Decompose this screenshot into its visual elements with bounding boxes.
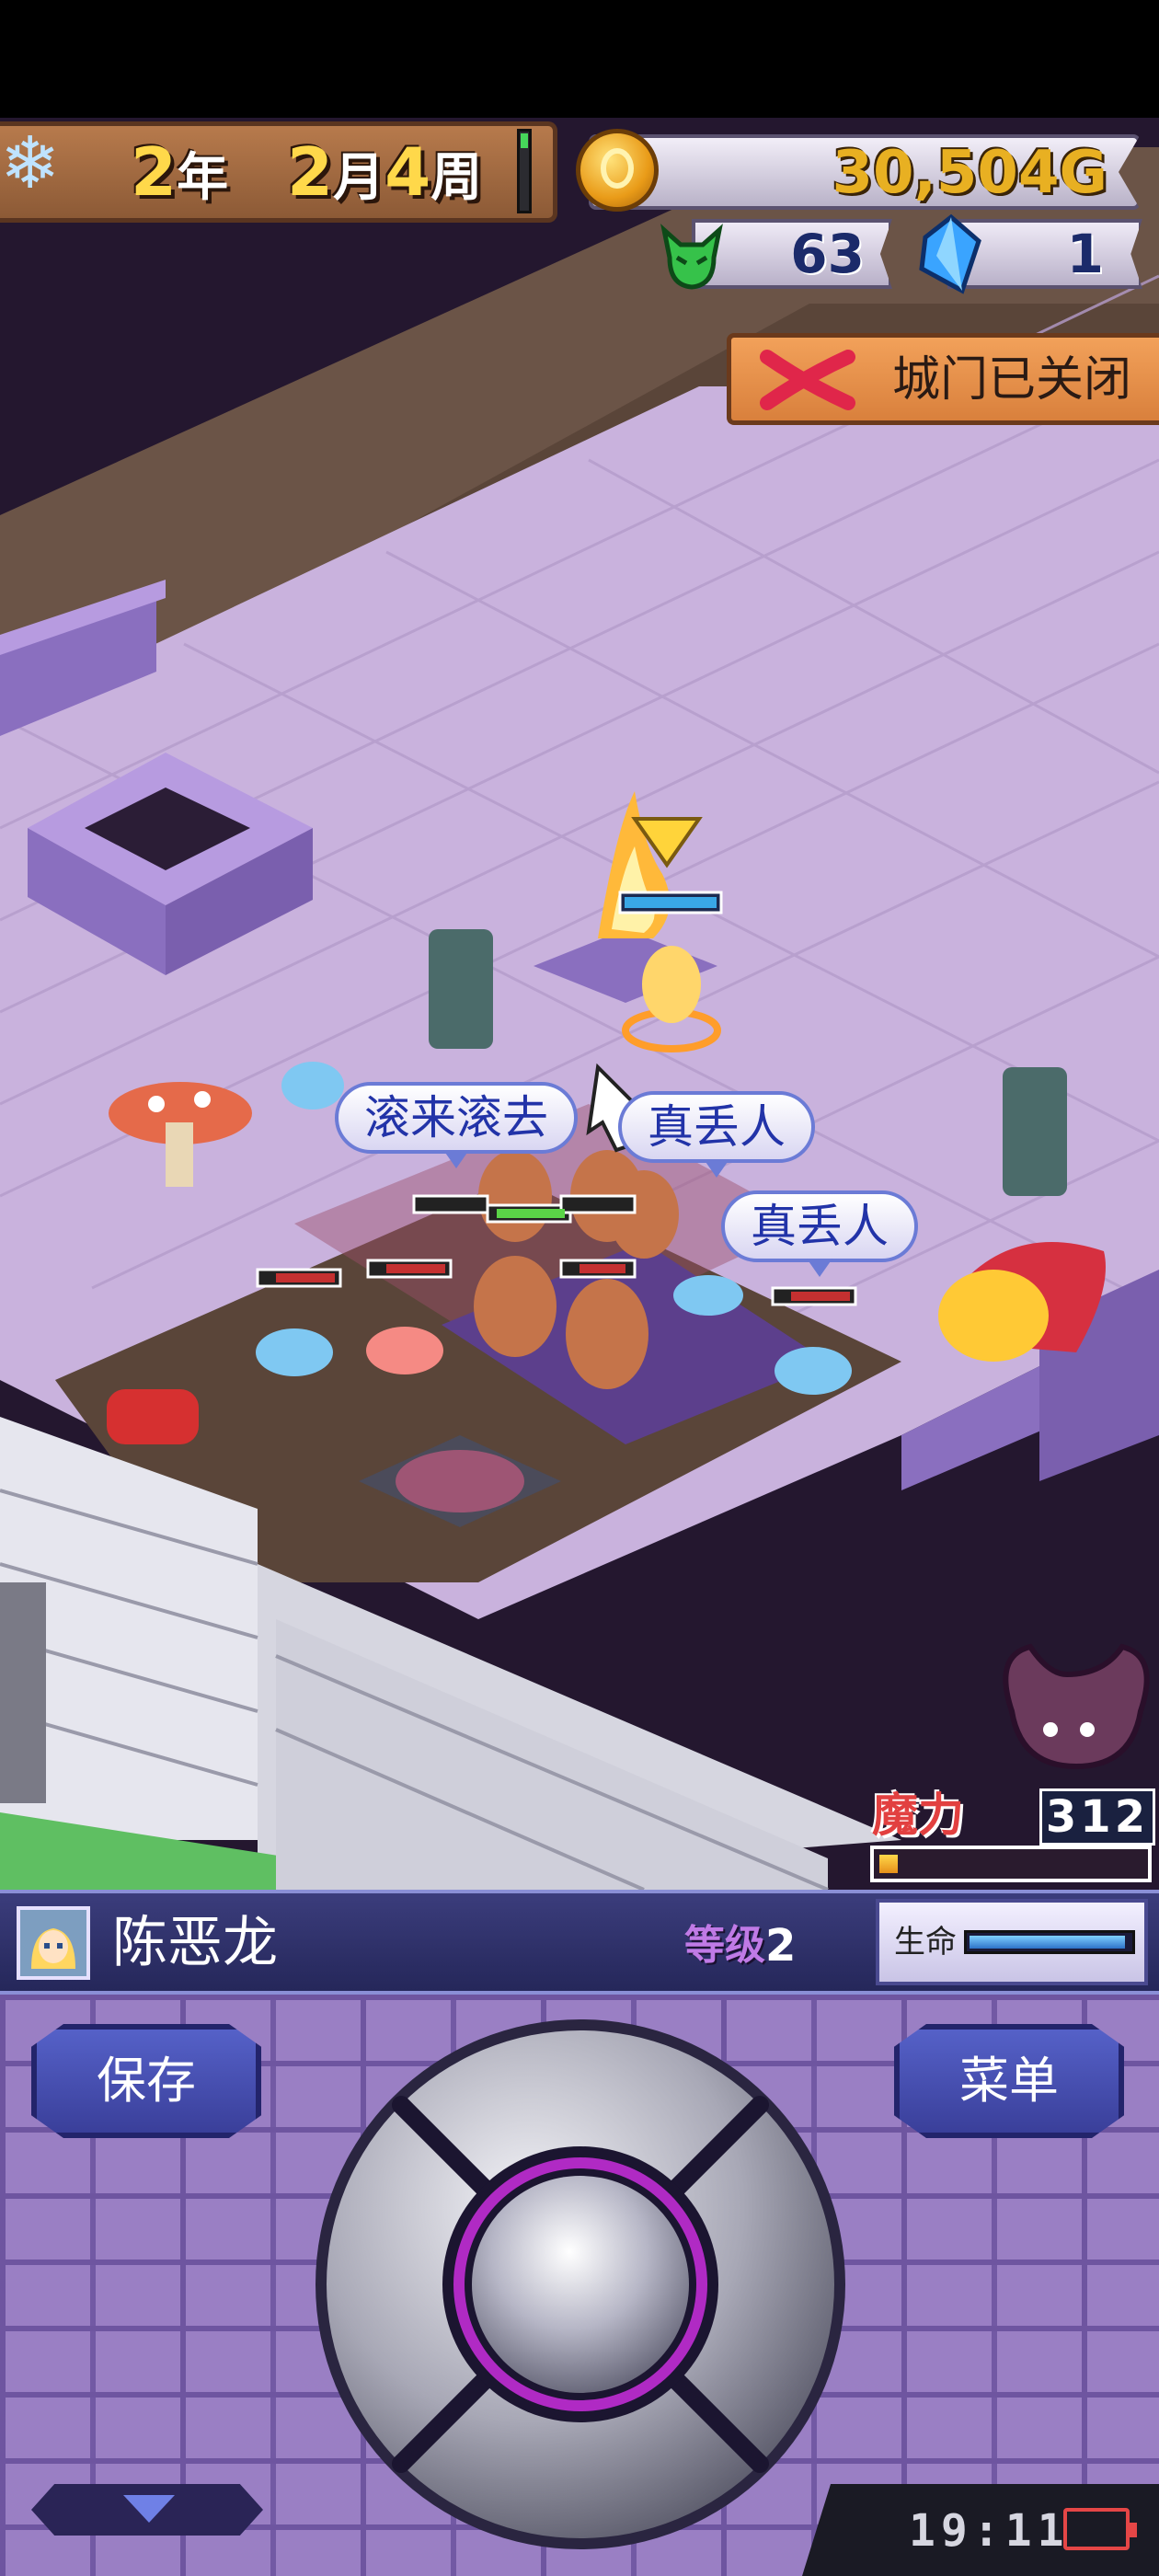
hero-avatar-icon [20, 1910, 86, 1976]
character-portrait[interactable] [17, 1906, 90, 1980]
date-year: 2年 [131, 131, 228, 213]
hp-bar [964, 1930, 1135, 1954]
month-value: 2 [287, 133, 334, 211]
mana-bar [870, 1846, 1152, 1882]
week-unit: 周 [430, 148, 483, 208]
snowflake-icon: ❄ [0, 122, 61, 205]
week-value: 4 [384, 133, 431, 211]
save-button[interactable]: 保存 [31, 2024, 261, 2138]
menu-button[interactable]: 菜单 [894, 2024, 1124, 2138]
date-separator [517, 129, 532, 213]
hp-bar-fill [970, 1936, 1125, 1949]
month-unit: 月 [333, 148, 385, 208]
chevron-down-icon [123, 2495, 175, 2523]
crystal-count: 1 [1066, 223, 1104, 285]
speech-bubble: 真丢人 [721, 1190, 918, 1262]
year-unit: 年 [177, 148, 229, 208]
gold-amount: 30,504G [832, 139, 1108, 207]
level-value: 2 [765, 1920, 797, 1972]
hp-label: 生命 [894, 1924, 957, 1961]
level-label: 等级 [684, 1922, 765, 1969]
mana-bar-fill [879, 1855, 899, 1873]
date-month-week: 2月4周 [287, 131, 482, 213]
mana-value: 312 [1039, 1788, 1155, 1846]
battery-icon [1063, 2508, 1137, 2550]
directional-pad[interactable] [311, 2015, 850, 2554]
character-name: 陈恶龙 [112, 1911, 278, 1975]
gate-status-label: 城门已关闭 [892, 352, 1132, 408]
speech-bubble: 滚来滚去 [335, 1082, 578, 1154]
clock-display: 19:11 [909, 2505, 1070, 2557]
year-value: 2 [131, 133, 178, 211]
gold-coin-icon [576, 129, 659, 212]
game-screen: ❄ 2年 2月4周 30,504G 63 1 城门已关闭 滚来滚去 真丢人 真丢… [0, 0, 1159, 2576]
crystal-icon [919, 213, 981, 294]
monster-count: 63 [790, 223, 865, 285]
closed-x-icon [760, 350, 855, 410]
mana-label: 魔力 [872, 1788, 964, 1842]
speech-bubble: 真丢人 [618, 1091, 815, 1163]
